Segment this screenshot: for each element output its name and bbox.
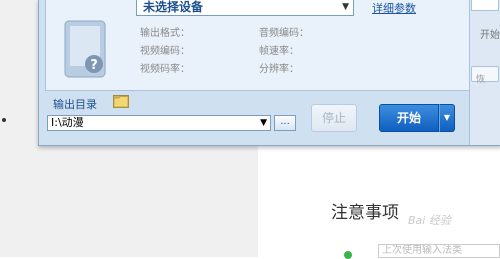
list-bullet-icon: [344, 251, 352, 259]
baidu-watermark: Bai 经验: [408, 214, 451, 227]
right-top-box: [471, 0, 499, 11]
device-select-value: 未选择设备: [143, 0, 204, 14]
right-start-text: 开始: [480, 30, 500, 41]
note-text-field[interactable]: 上次使用输入法类: [378, 244, 500, 258]
start-options-button[interactable]: ▼: [439, 104, 455, 132]
right-restore-button[interactable]: 恢: [471, 66, 499, 85]
device-unknown-icon: ?: [64, 20, 106, 78]
right-restore-label: 恢: [476, 75, 486, 85]
device-info-panel: ? 未选择设备 ▼ 详细参数 输出格式： 视频编码： 视频码率： 音频编码： 帧…: [45, 0, 481, 91]
start-button[interactable]: 开始: [379, 104, 439, 132]
output-format-label: 输出格式：: [140, 28, 190, 39]
chevron-down-icon: ▼: [342, 2, 349, 12]
folder-icon[interactable]: [113, 95, 129, 108]
video-codec-label: 视频编码：: [140, 46, 190, 57]
resolution-label: 分辨率：: [259, 64, 299, 75]
details-link[interactable]: 详细参数: [372, 0, 416, 16]
stop-button[interactable]: 停止: [311, 104, 357, 132]
output-dir-label: 输出目录: [53, 98, 97, 111]
frame-rate-label: 帧速率：: [259, 46, 299, 57]
audio-codec-label: 音频编码：: [259, 28, 309, 39]
browse-button[interactable]: ...: [274, 115, 296, 131]
video-bitrate-label: 视频码率：: [140, 64, 190, 75]
notes-heading: 注意事项: [331, 203, 399, 223]
svg-text:?: ?: [90, 58, 98, 73]
chevron-down-icon: ▼: [260, 118, 267, 128]
app-window: ? 未选择设备 ▼ 详细参数 输出格式： 视频编码： 视频码率： 音频编码： 帧…: [38, 0, 500, 146]
chevron-down-icon: ▼: [443, 113, 451, 122]
output-path-select[interactable]: I:\动漫 ▼: [47, 115, 271, 131]
output-path-value: I:\动漫: [51, 116, 84, 129]
bullet-dot: [2, 118, 6, 122]
device-select[interactable]: 未选择设备 ▼: [136, 0, 354, 16]
